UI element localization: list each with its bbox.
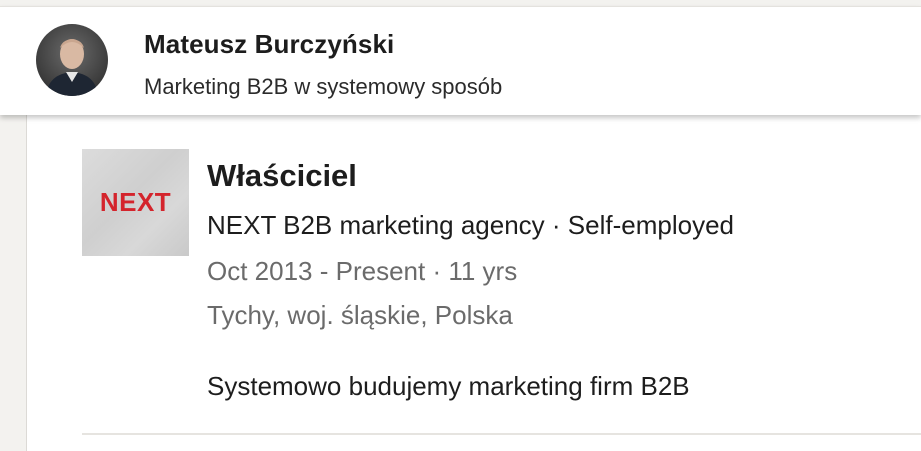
divider: [82, 433, 921, 435]
job-location: Tychy, woj. śląskie, Polska: [207, 300, 513, 330]
avatar-portrait-icon: [46, 39, 98, 96]
avatar[interactable]: [36, 24, 108, 96]
job-title: Właściciel: [207, 158, 357, 193]
left-rail: [0, 114, 26, 451]
company-logo[interactable]: NEXT: [82, 149, 189, 256]
date-range: Oct 2013 - Present · 11 yrs: [207, 256, 518, 286]
experience-card: NEXT Właściciel NEXT B2B marketing agenc…: [26, 114, 921, 451]
company-logo-text: NEXT: [99, 187, 172, 217]
profile-name: Mateusz Burczyński: [144, 29, 395, 59]
company-employment-line[interactable]: NEXT B2B marketing agency · Self-employe…: [207, 210, 734, 241]
profile-sticky-header: Mateusz Burczyński Marketing B2B w syste…: [0, 6, 921, 115]
job-description: Systemowo budujemy marketing firm B2B: [207, 371, 690, 401]
profile-headline: Marketing B2B w systemowy sposób: [144, 74, 503, 99]
